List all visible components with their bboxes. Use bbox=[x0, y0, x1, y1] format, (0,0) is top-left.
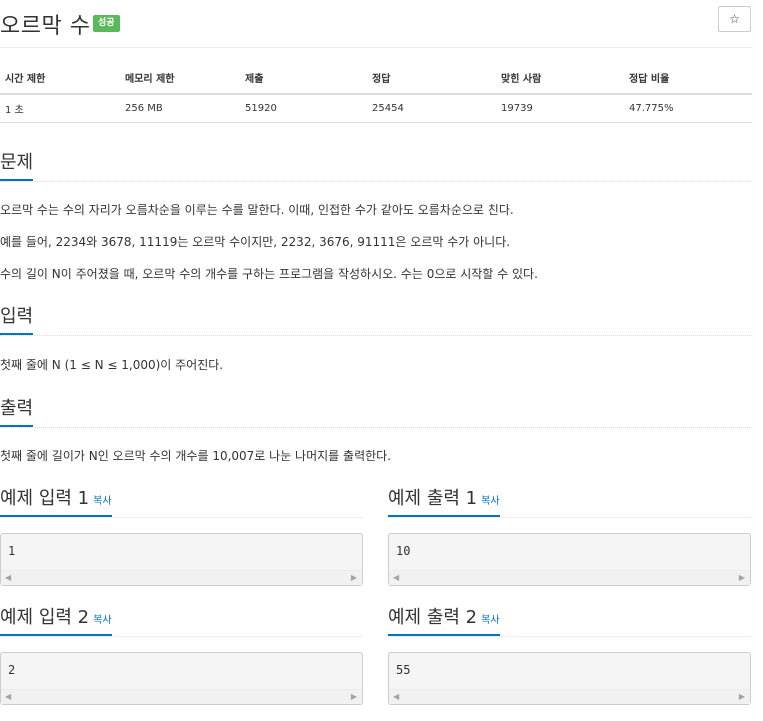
copy-link[interactable]: 복사 bbox=[481, 615, 499, 626]
sample-output-1-box[interactable]: 10 ◀ ▶ bbox=[388, 533, 751, 586]
scroll-right-icon[interactable]: ▶ bbox=[739, 573, 745, 582]
sample-output-2-value: 55 bbox=[396, 663, 411, 677]
header-solved-users: 맞힌 사람 bbox=[496, 62, 624, 95]
problem-paragraph-1: 오르막 수는 수의 자리가 오름차순을 이루는 수를 말한다. 이때, 인접한 … bbox=[0, 203, 514, 217]
copy-link[interactable]: 복사 bbox=[481, 496, 499, 507]
example-input-2-header: 예제 입력 2 복사 bbox=[0, 603, 363, 637]
example-output-1-heading: 예제 출력 1 bbox=[388, 488, 478, 509]
horizontal-scrollbar[interactable]: ◀ ▶ bbox=[389, 689, 750, 704]
problem-paragraph-2: 예를 들어, 2234와 3678, 11119는 오르막 수이지만, 2232… bbox=[0, 235, 511, 249]
copy-link[interactable]: 복사 bbox=[93, 496, 111, 507]
example-output-1-header: 예제 출력 1 복사 bbox=[388, 484, 751, 518]
sample-input-1-box[interactable]: 1 ◀ ▶ bbox=[0, 533, 363, 586]
input-heading: 입력 bbox=[0, 302, 34, 335]
star-icon: ☆ bbox=[729, 12, 740, 26]
horizontal-scrollbar[interactable]: ◀ ▶ bbox=[389, 570, 750, 585]
example-output-2-heading-wrap: 예제 출력 2 복사 bbox=[388, 603, 500, 636]
accepted-value: 25454 bbox=[367, 94, 496, 123]
title-row: 오르막 수 성공 ☆ bbox=[0, 0, 752, 48]
sample-input-2-box[interactable]: 2 ◀ ▶ bbox=[0, 652, 363, 705]
scroll-left-icon[interactable]: ◀ bbox=[393, 573, 399, 582]
problem-heading: 문제 bbox=[0, 148, 34, 181]
example-output-1-heading-wrap: 예제 출력 1 복사 bbox=[388, 484, 500, 517]
submissions-value: 51920 bbox=[240, 94, 367, 123]
table-header-row: 시간 제한 메모리 제한 제출 정답 맞힌 사람 정답 비율 bbox=[0, 62, 752, 95]
output-description: 첫째 줄에 길이가 N인 오르막 수의 개수를 10,007로 나눈 나머지를 … bbox=[0, 449, 392, 463]
example-output-2-header: 예제 출력 2 복사 bbox=[388, 603, 751, 637]
solved-users-value: 19739 bbox=[496, 94, 624, 123]
horizontal-scrollbar[interactable]: ◀ ▶ bbox=[1, 570, 362, 585]
scroll-left-icon[interactable]: ◀ bbox=[5, 692, 11, 701]
time-limit-value: 1 초 bbox=[0, 94, 120, 123]
output-section-header: 출력 bbox=[0, 394, 752, 428]
problem-info-table: 시간 제한 메모리 제한 제출 정답 맞힌 사람 정답 비율 1 초 256 M… bbox=[0, 62, 752, 123]
accept-ratio-value: 47.775% bbox=[624, 94, 752, 123]
example-input-2-heading-wrap: 예제 입력 2 복사 bbox=[0, 603, 112, 636]
problem-section-header: 문제 bbox=[0, 148, 752, 182]
header-time-limit: 시간 제한 bbox=[0, 62, 120, 95]
scroll-right-icon[interactable]: ▶ bbox=[739, 692, 745, 701]
sample-output-1-value: 10 bbox=[396, 544, 411, 558]
horizontal-scrollbar[interactable]: ◀ ▶ bbox=[1, 689, 362, 704]
page-title: 오르막 수 bbox=[0, 14, 91, 39]
sample-input-1-value: 1 bbox=[8, 544, 16, 558]
example-input-1-heading: 예제 입력 1 bbox=[0, 488, 90, 509]
star-button[interactable]: ☆ bbox=[718, 6, 751, 32]
status-badge: 성공 bbox=[93, 15, 120, 32]
memory-limit-value: 256 MB bbox=[120, 94, 240, 123]
output-heading: 출력 bbox=[0, 394, 34, 427]
example-input-2-heading: 예제 입력 2 bbox=[0, 607, 90, 628]
header-accept-ratio: 정답 비율 bbox=[624, 62, 752, 95]
header-submissions: 제출 bbox=[240, 62, 367, 95]
sample-input-2-value: 2 bbox=[8, 663, 16, 677]
table-row: 1 초 256 MB 51920 25454 19739 47.775% bbox=[0, 94, 752, 123]
scroll-left-icon[interactable]: ◀ bbox=[393, 692, 399, 701]
example-input-1-heading-wrap: 예제 입력 1 복사 bbox=[0, 484, 112, 517]
copy-link[interactable]: 복사 bbox=[93, 615, 111, 626]
input-description: 첫째 줄에 N (1 ≤ N ≤ 1,000)이 주어진다. bbox=[0, 358, 224, 372]
scroll-right-icon[interactable]: ▶ bbox=[351, 692, 357, 701]
input-section-header: 입력 bbox=[0, 302, 752, 336]
problem-paragraph-3: 수의 길이 N이 주어졌을 때, 오르막 수의 개수를 구하는 프로그램을 작성… bbox=[0, 267, 538, 281]
example-input-1-header: 예제 입력 1 복사 bbox=[0, 484, 363, 518]
header-accepted: 정답 bbox=[367, 62, 496, 95]
sample-output-2-box[interactable]: 55 ◀ ▶ bbox=[388, 652, 751, 705]
scroll-right-icon[interactable]: ▶ bbox=[351, 573, 357, 582]
header-memory-limit: 메모리 제한 bbox=[120, 62, 240, 95]
scroll-left-icon[interactable]: ◀ bbox=[5, 573, 11, 582]
example-output-2-heading: 예제 출력 2 bbox=[388, 607, 478, 628]
